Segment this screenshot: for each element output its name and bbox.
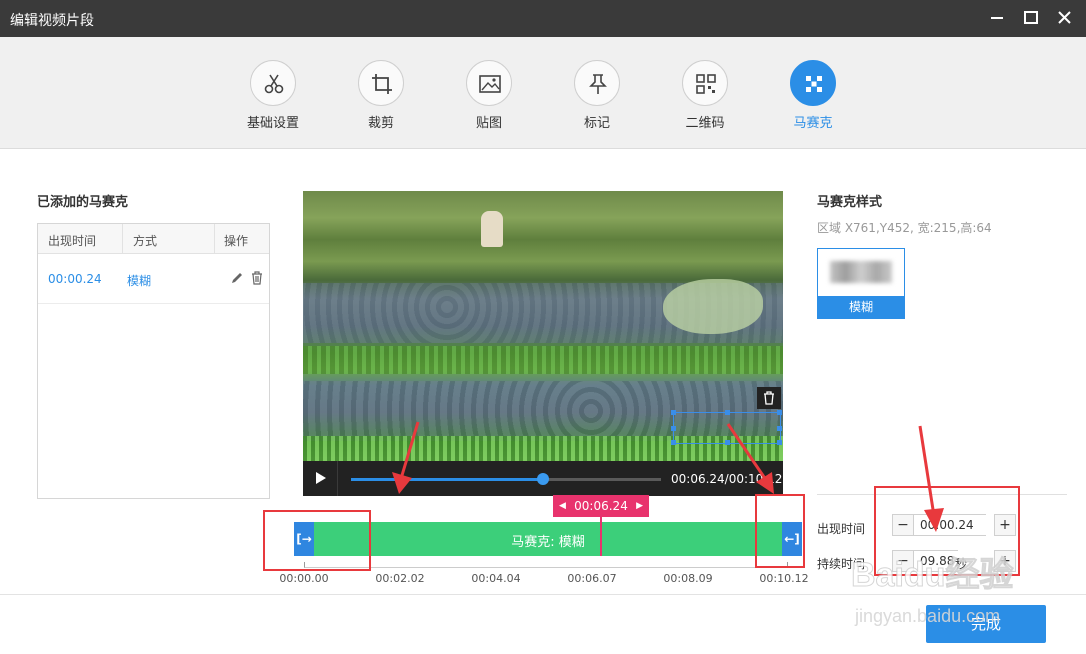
player-controls: 00:06.24/00:10.12 [303,461,783,496]
tool-crop[interactable]: 裁剪 [336,60,426,140]
mosaic-list: 出现时间 方式 操作 00:00.24 模糊 [37,223,270,499]
region-info: 区域 X761,Y452, 宽:215,高:64 [817,221,992,235]
playhead-time: 00:06.24 [574,499,628,513]
tool-label: 贴图 [475,116,502,131]
seek-bar[interactable] [351,473,661,485]
trash-icon [764,391,774,405]
minimize-icon [991,17,1003,19]
crop-icon [372,74,392,94]
tool-label: 标记 [583,116,610,131]
tool-label: 马赛克 [793,116,833,131]
done-button[interactable]: 完成 [926,605,1046,643]
mosaic-icon [806,76,822,92]
duration-label: 持续时间 [817,557,866,571]
blur-preview [830,261,892,283]
close-icon [1058,11,1071,24]
column-actions: 操作 [224,234,249,248]
annotation-box-start [263,510,371,571]
tool-bar: 基础设置 裁剪 贴图 标记 二维码 马赛克 [0,37,1086,149]
mosaic-list-header: 出现时间 方式 操作 [38,224,269,254]
next-frame-button[interactable]: ▶ [636,495,643,517]
close-button[interactable] [1052,6,1078,30]
playhead-time-badge: ◀ 00:06.24 ▶ [553,495,649,517]
pin-icon [589,74,607,94]
tool-basic-settings[interactable]: 基础设置 [228,60,318,140]
column-mode: 方式 [133,234,158,248]
title-bar: 编辑视频片段 [0,0,1086,37]
tick-label: 00:06.07 [567,572,617,585]
image-icon [479,75,501,93]
style-option-blur[interactable]: 模糊 [817,248,905,319]
qrcode-icon [696,74,716,94]
mosaic-region-selection[interactable] [671,410,782,445]
tool-qrcode[interactable]: 二维码 [660,60,750,140]
mosaic-style-title: 马赛克样式 [817,195,883,210]
row-mode: 模糊 [127,274,152,288]
seek-thumb[interactable] [537,473,550,485]
minimize-button[interactable] [984,6,1010,30]
maximize-icon [1024,11,1038,24]
tool-label: 基础设置 [246,116,299,131]
mosaic-list-row[interactable]: 00:00.24 模糊 [38,254,269,304]
tool-sticker[interactable]: 贴图 [444,60,534,140]
maximize-button[interactable] [1018,6,1044,30]
play-button[interactable] [303,461,338,496]
tick-label: 00:08.09 [663,572,713,585]
prev-frame-button[interactable]: ◀ [559,495,566,517]
edit-icon[interactable] [230,271,244,288]
trash-icon[interactable] [250,271,264,288]
tool-label: 裁剪 [367,116,394,131]
tick-label: 00:02.02 [375,572,425,585]
video-figure [481,211,503,247]
annotation-box-timing [874,486,1020,576]
scissors-icon [264,74,284,94]
appear-time-label: 出现时间 [817,522,866,536]
annotation-box-end [755,494,805,568]
delete-region-button[interactable] [757,387,781,409]
play-icon [316,472,326,484]
time-display: 00:06.24/00:10.12 [671,472,783,486]
tick-label: 00:00.00 [279,572,329,585]
tick-label: 00:10.12 [759,572,809,585]
mosaic-list-title: 已添加的马赛克 [37,195,129,210]
column-time: 出现时间 [48,234,97,248]
row-time: 00:00.24 [48,272,102,286]
footer-divider [0,594,1086,595]
tool-label: 二维码 [685,116,725,131]
playhead-marker[interactable] [600,517,602,556]
tick-label: 00:04.04 [471,572,521,585]
tool-mark[interactable]: 标记 [552,60,642,140]
style-option-label: 模糊 [818,296,904,318]
window-title: 编辑视频片段 [10,13,94,29]
timeline-ruler [304,562,788,568]
tool-mosaic[interactable]: 马赛克 [768,60,858,140]
